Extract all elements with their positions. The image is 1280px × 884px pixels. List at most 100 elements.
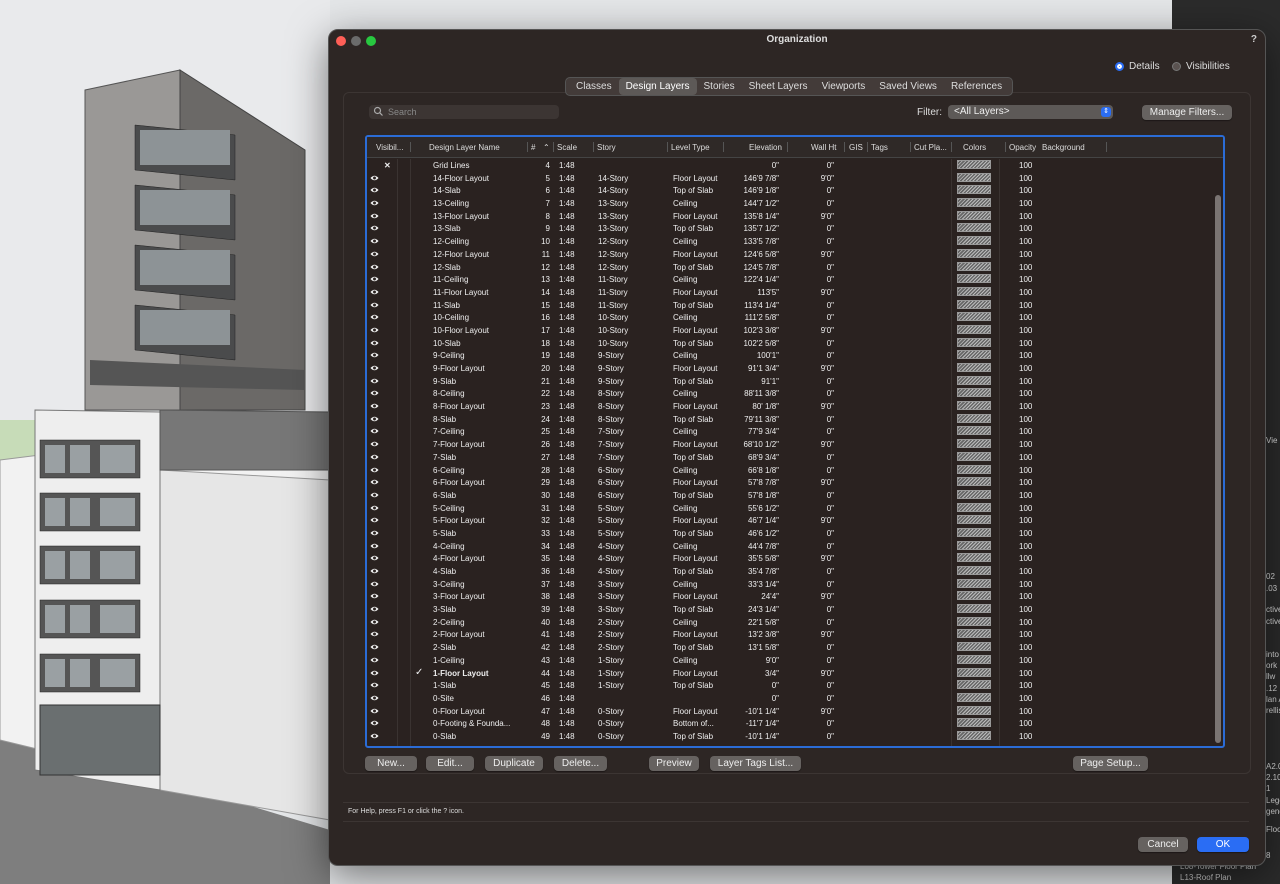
eye-icon[interactable] (370, 186, 379, 194)
eye-icon[interactable] (370, 466, 379, 474)
help-icon[interactable]: ? (1251, 34, 1257, 45)
col-story[interactable]: Story (597, 143, 616, 152)
eye-icon[interactable] (370, 504, 379, 512)
color-swatch[interactable] (957, 730, 991, 740)
table-row[interactable]: ✕ Grid Lines 4 1:48 0" 0" 100 (367, 159, 1212, 172)
table-row[interactable]: 12-Slab 12 1:48 12-Story Top of Slab 124'5 7/… (367, 261, 1212, 274)
details-radio[interactable]: Details (1115, 61, 1160, 72)
eye-icon[interactable] (370, 427, 379, 435)
page-setup-button[interactable]: Page Setup... (1073, 756, 1148, 771)
color-swatch[interactable] (957, 413, 991, 423)
table-row[interactable]: 9-Ceiling 19 1:48 9-Story Ceiling 100'1" 0" 100 (367, 349, 1212, 362)
col-colors[interactable]: Colors (963, 143, 986, 152)
ok-button[interactable]: OK (1197, 837, 1249, 852)
color-swatch[interactable] (957, 502, 991, 512)
table-row[interactable]: 8-Ceiling 22 1:48 8-Story Ceiling 88'11 3/8" 0… (367, 387, 1212, 400)
eye-icon[interactable] (370, 351, 379, 359)
table-row[interactable]: 13-Floor Layout 8 1:48 13-Story Floor Layout… (367, 210, 1212, 223)
color-swatch[interactable] (957, 299, 991, 309)
color-swatch[interactable] (957, 566, 991, 575)
eye-icon[interactable] (370, 491, 379, 499)
color-swatch[interactable] (957, 629, 991, 639)
color-swatch[interactable] (957, 477, 991, 487)
table-row[interactable]: 3-Floor Layout 38 1:48 3-Story Floor Layout 2… (367, 590, 1212, 603)
color-swatch[interactable] (957, 527, 991, 537)
color-swatch[interactable] (957, 223, 991, 233)
eye-icon[interactable] (370, 567, 379, 575)
table-row[interactable]: 5-Floor Layout 32 1:48 5-Story Floor Layout 4… (367, 514, 1212, 527)
eye-icon[interactable] (370, 212, 379, 220)
eye-icon[interactable] (370, 643, 379, 651)
table-row[interactable]: 1-Slab 45 1:48 1-Story Top of Slab 0" 0" 100 (367, 679, 1212, 692)
table-row[interactable]: 7-Ceiling 25 1:48 7-Story Ceiling 77'9 3/4" 0"… (367, 425, 1212, 438)
table-row[interactable]: 9-Slab 21 1:48 9-Story Top of Slab 91'1" 0" 100 (367, 375, 1212, 388)
table-row[interactable]: 0-Footing & Founda... 48 1:48 0-Story Bottom… (367, 717, 1212, 730)
eye-icon[interactable] (370, 263, 379, 271)
table-row[interactable]: 3-Ceiling 37 1:48 3-Story Ceiling 33'3 1/4" 0"… (367, 578, 1212, 591)
color-swatch[interactable] (957, 667, 991, 677)
col-visibility[interactable]: Visibil... (376, 143, 403, 152)
table-row[interactable]: 6-Slab 30 1:48 6-Story Top of Slab 57'8 1/8" 0… (367, 489, 1212, 502)
table-row[interactable]: 2-Floor Layout 41 1:48 2-Story Floor Layout 1… (367, 628, 1212, 641)
table-row[interactable]: 2-Slab 42 1:48 2-Story Top of Slab 13'1 5/8" 0… (367, 641, 1212, 654)
tab-viewports[interactable]: Viewports (815, 78, 873, 95)
color-swatch[interactable] (957, 388, 991, 398)
sort-ascending-icon[interactable]: ⌃ (543, 143, 550, 152)
table-row[interactable]: 14-Floor Layout 5 1:48 14-Story Floor Layout… (367, 172, 1212, 185)
eye-icon[interactable] (370, 592, 379, 600)
visibilities-radio[interactable]: Visibilities (1172, 61, 1230, 72)
color-swatch[interactable] (957, 680, 991, 690)
col-tags[interactable]: Tags (871, 143, 888, 152)
eye-icon[interactable] (370, 199, 379, 207)
color-swatch[interactable] (957, 616, 991, 626)
col-cut-plane[interactable]: Cut Pla... (914, 143, 947, 152)
color-swatch[interactable] (957, 172, 991, 182)
eye-icon[interactable] (370, 174, 379, 182)
eye-icon[interactable] (370, 605, 379, 613)
tab-design-layers[interactable]: Design Layers (618, 78, 697, 95)
vertical-scrollbar[interactable] (1215, 195, 1221, 743)
eye-icon[interactable] (370, 339, 379, 347)
eye-icon[interactable] (370, 478, 379, 486)
color-swatch[interactable] (957, 591, 991, 601)
col-level-type[interactable]: Level Type (671, 143, 710, 152)
eye-icon[interactable] (370, 402, 379, 410)
color-swatch[interactable] (957, 261, 991, 271)
color-swatch[interactable] (957, 350, 991, 360)
eye-icon[interactable] (370, 453, 379, 461)
table-row[interactable]: 10-Slab 18 1:48 10-Story Top of Slab 102'2 5/… (367, 337, 1212, 350)
color-swatch[interactable] (957, 515, 991, 525)
color-swatch[interactable] (957, 540, 991, 550)
eye-icon[interactable] (370, 250, 379, 258)
tab-stories[interactable]: Stories (697, 78, 742, 95)
color-swatch[interactable] (957, 578, 991, 588)
table-row[interactable]: 13-Ceiling 7 1:48 13-Story Ceiling 144'7 1/2"… (367, 197, 1212, 210)
eye-icon[interactable] (370, 440, 379, 448)
color-swatch[interactable] (957, 705, 991, 715)
table-row[interactable]: 12-Ceiling 10 1:48 12-Story Ceiling 133'5 7/8… (367, 235, 1212, 248)
color-swatch[interactable] (957, 692, 991, 702)
eye-icon[interactable] (370, 275, 379, 283)
eye-icon[interactable] (370, 618, 379, 626)
search-input[interactable]: Search (369, 105, 559, 119)
table-row[interactable]: 10-Floor Layout 17 1:48 10-Story Floor Layou… (367, 324, 1212, 337)
color-swatch[interactable] (957, 375, 991, 385)
table-row[interactable]: 8-Slab 24 1:48 8-Story Top of Slab 79'11 3/8"… (367, 413, 1212, 426)
eye-icon[interactable] (370, 224, 379, 232)
cancel-button[interactable]: Cancel (1138, 837, 1188, 852)
duplicate-button[interactable]: Duplicate (485, 756, 543, 771)
color-swatch[interactable] (957, 248, 991, 258)
color-swatch[interactable] (957, 274, 991, 284)
table-row[interactable]: 0-Site 46 1:48 0" 0" 100 (367, 692, 1212, 705)
col-wall-height[interactable]: Wall Ht (811, 143, 836, 152)
table-row[interactable]: 9-Floor Layout 20 1:48 9-Story Floor Layout 9… (367, 362, 1212, 375)
col-gis[interactable]: GIS (849, 143, 863, 152)
table-row[interactable]: 14-Slab 6 1:48 14-Story Top of Slab 146'9 1/8… (367, 184, 1212, 197)
color-swatch[interactable] (957, 553, 991, 563)
hidden-x-icon[interactable]: ✕ (384, 160, 391, 171)
color-swatch[interactable] (957, 236, 991, 246)
table-row[interactable]: 6-Ceiling 28 1:48 6-Story Ceiling 66'8 1/8" 0"… (367, 464, 1212, 477)
color-swatch[interactable] (957, 489, 991, 499)
col-opacity[interactable]: Opacity (1009, 143, 1036, 152)
table-row[interactable]: 0-Slab 49 1:48 0-Story Top of Slab -10'1 1/4"… (367, 730, 1212, 743)
